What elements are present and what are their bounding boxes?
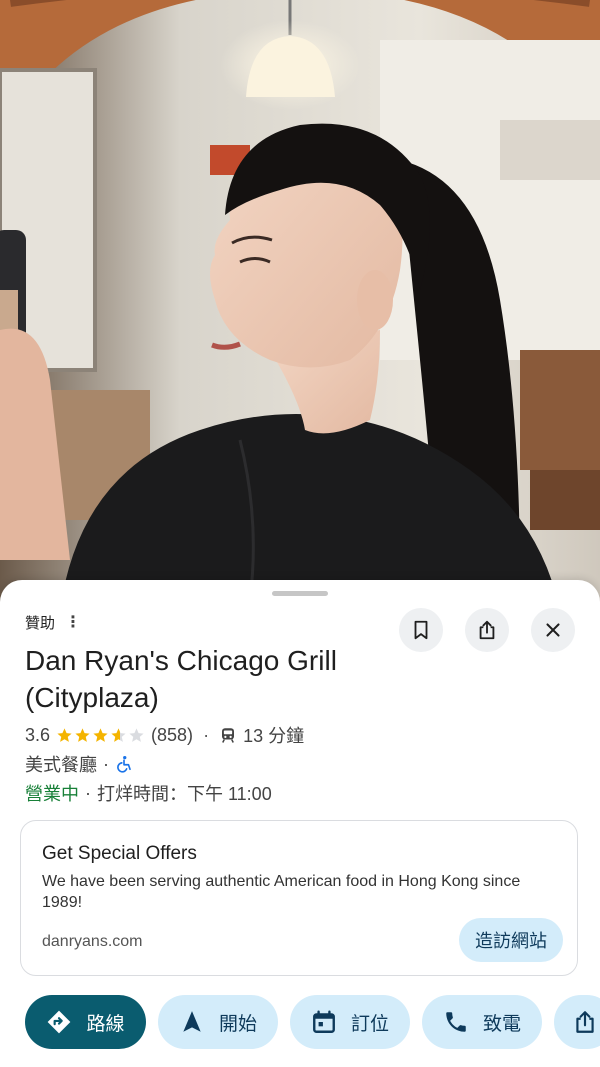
promo-title: Get Special Offers [42,843,197,864]
directions-label: 路線 [86,1013,125,1035]
wheelchair-accessible-icon [117,755,131,773]
bookmark-icon [414,620,428,640]
reserve-label: 訂位 [350,1013,389,1035]
share-icon [576,1011,594,1033]
open-status: 營業中 [25,784,79,804]
drag-handle[interactable] [272,591,328,596]
action-buttons: 路線 開始 訂位 致電 [25,995,600,1049]
reserve-button[interactable]: 訂位 [290,995,410,1049]
phone-icon [446,1012,466,1032]
star-icon [111,727,126,742]
share-action-button[interactable] [554,995,600,1049]
share-button[interactable] [465,608,509,652]
place-title: Dan Ryan's Chicago Grill (Cityplaza) [25,645,337,713]
directions-icon [48,1010,71,1034]
call-button[interactable]: 致電 [422,995,542,1049]
transit-time: 13 分鐘 [243,726,305,746]
call-label: 致電 [482,1013,521,1035]
close-button[interactable] [531,608,575,652]
sponsored-label: 贊助 [25,615,56,632]
rating-row[interactable]: 3.6 (858) · 13 分鐘 [25,722,304,748]
place-details-sheet: 贊助 ⋮ Dan Ryan's Chicago Grill (Cityplaza… [0,580,600,1067]
promo-url[interactable]: danryans.com [42,933,143,951]
star-icon [93,727,108,742]
separator-dot: · [85,782,91,803]
start-label: 開始 [218,1013,257,1035]
category-row: 美式餐廳 · [25,751,133,777]
star-icon [57,727,72,742]
directions-button[interactable]: 路線 [25,995,146,1049]
place-photo-illustration [0,0,600,610]
review-count: (858) [151,724,194,745]
promo-card[interactable]: Get Special Offers We have been serving … [20,820,578,976]
start-navigation-button[interactable]: 開始 [158,995,278,1049]
hours-row[interactable]: 營業中 · 打烊時間：下午 11:00 [25,780,272,806]
separator-dot: · [203,724,210,745]
place-photo[interactable] [0,0,600,610]
save-button[interactable] [399,608,443,652]
category-label: 美式餐廳 [25,755,97,775]
transit-icon [222,728,235,743]
star-rating [56,727,145,744]
star-icon [75,727,90,742]
close-icon [546,623,560,637]
navigation-arrow-icon [183,1011,201,1032]
more-options-icon[interactable]: ⋮ [65,614,81,630]
star-icon [129,727,144,742]
calendar-icon [313,1010,335,1033]
visit-website-button[interactable]: 造訪網站 [459,918,563,962]
promo-body: We have been serving authentic American … [42,873,521,911]
rating-value: 3.6 [25,724,51,745]
separator-dot: · [103,753,109,774]
sponsored-row: 贊助 ⋮ [25,612,81,633]
share-icon [479,620,495,640]
closing-time: 打烊時間：下午 11:00 [97,784,272,804]
